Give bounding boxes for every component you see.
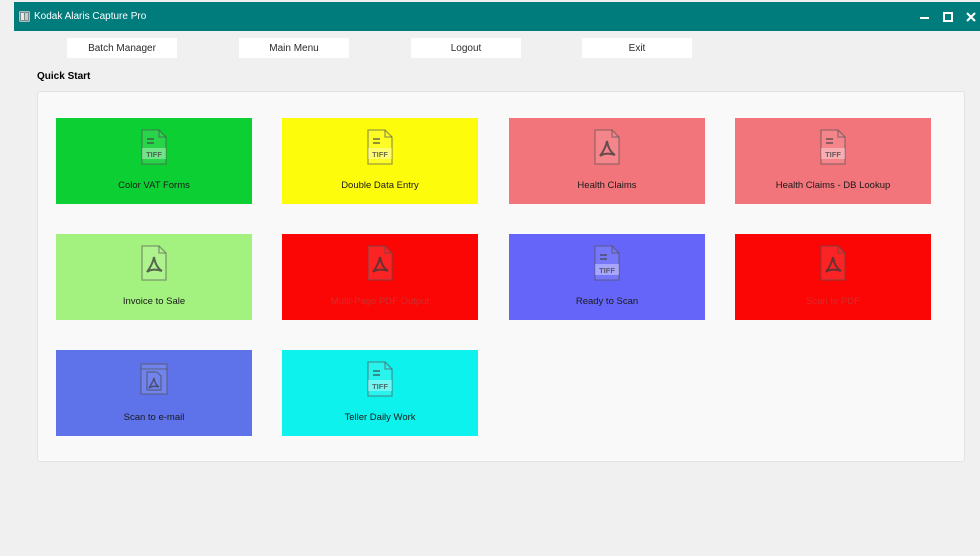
tiff-file-icon: TIFF (367, 129, 393, 165)
tile-label: Health Claims - DB Lookup (775, 180, 891, 191)
tile-invoice-to-sale[interactable]: Invoice to Sale (56, 234, 252, 320)
tile-label: Scan to e-mail (123, 412, 185, 423)
quick-start-heading: Quick Start (37, 71, 91, 82)
tiff-file-icon: TIFF (820, 129, 846, 165)
exit-button[interactable]: Exit (582, 38, 692, 58)
logout-button[interactable]: Logout (411, 38, 521, 58)
tile-label: Ready to Scan (575, 296, 639, 307)
tiff-file-icon: TIFF (141, 129, 167, 165)
email-pdf-icon (140, 363, 168, 395)
tile-label: Multi-Page PDF Output (330, 296, 430, 307)
title-bar: Kodak Alaris Capture Pro (14, 2, 980, 31)
batch-manager-button[interactable]: Batch Manager (67, 38, 177, 58)
tiff-file-icon: TIFF (367, 361, 393, 397)
tiff-file-icon: TIFF (594, 245, 620, 281)
tile-scan-to-pdf[interactable]: Scan to PDF (735, 234, 931, 320)
window-title: Kodak Alaris Capture Pro (34, 11, 147, 22)
tile-label: Invoice to Sale (122, 296, 186, 307)
tile-label: Scan to PDF (806, 296, 860, 307)
tile-teller-daily-work[interactable]: TIFF Teller Daily Work (282, 350, 478, 436)
maximize-icon[interactable] (939, 8, 957, 26)
pdf-file-icon (820, 245, 846, 281)
app-book-icon (19, 11, 30, 22)
pdf-file-icon (594, 129, 620, 165)
tiff-text: TIFF (372, 382, 388, 391)
pdf-file-icon (367, 245, 393, 281)
tile-color-vat-forms[interactable]: TIFF Color VAT Forms (56, 118, 252, 204)
tiff-text: TIFF (372, 150, 388, 159)
tile-label: Double Data Entry (341, 180, 419, 191)
tiff-text: TIFF (599, 266, 615, 275)
tile-label: Teller Daily Work (344, 412, 416, 423)
tile-health-claims[interactable]: Health Claims (509, 118, 705, 204)
tile-health-claims-db-lookup[interactable]: TIFF Health Claims - DB Lookup (735, 118, 931, 204)
pdf-file-icon (141, 245, 167, 281)
main-menu-button[interactable]: Main Menu (239, 38, 349, 58)
close-icon[interactable] (962, 8, 980, 26)
tile-double-data-entry[interactable]: TIFF Double Data Entry (282, 118, 478, 204)
tile-label: Color VAT Forms (118, 180, 190, 191)
tile-multi-page-pdf-output[interactable]: Multi-Page PDF Output (282, 234, 478, 320)
tile-scan-to-email[interactable]: Scan to e-mail (56, 350, 252, 436)
tiff-text: TIFF (146, 150, 162, 159)
tiff-text: TIFF (825, 150, 841, 159)
tile-ready-to-scan[interactable]: TIFF Ready to Scan (509, 234, 705, 320)
minimize-icon[interactable] (916, 8, 934, 26)
tile-label: Health Claims (577, 180, 637, 191)
